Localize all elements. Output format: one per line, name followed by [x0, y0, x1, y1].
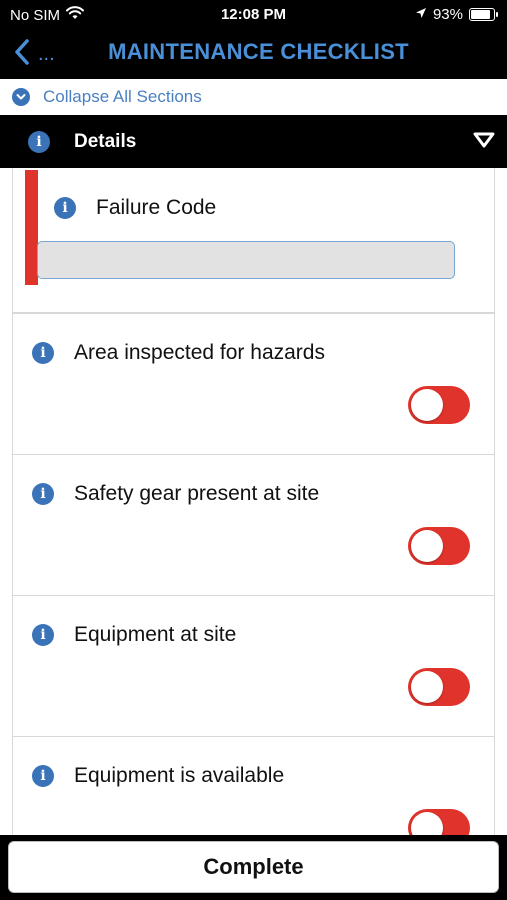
- info-icon[interactable]: i: [32, 342, 54, 364]
- failure-code-input[interactable]: [37, 241, 455, 279]
- toggle-knob: [411, 812, 443, 835]
- navigation-bar: ... MAINTENANCE CHECKLIST: [0, 30, 507, 78]
- checklist-item-header: i Equipment at site: [32, 623, 236, 647]
- collapse-all-button[interactable]: Collapse All Sections: [0, 79, 507, 115]
- checklist-item: [12, 595, 495, 737]
- info-icon[interactable]: i: [32, 483, 54, 505]
- checklist-item-label: Area inspected for hazards: [74, 341, 325, 364]
- chevron-down-circle-icon: [12, 88, 30, 106]
- location-arrow-icon: [415, 6, 427, 23]
- section-title: Details: [74, 130, 137, 152]
- info-icon[interactable]: i: [54, 197, 76, 219]
- failure-code-label: Failure Code: [96, 196, 217, 219]
- toggle-knob: [411, 530, 443, 562]
- toggle-knob: [411, 671, 443, 703]
- info-icon: i: [28, 130, 50, 153]
- triangle-down-icon: [473, 132, 495, 153]
- collapse-all-label: Collapse All Sections: [43, 87, 202, 106]
- checklist-toggle[interactable]: [408, 527, 470, 565]
- checklist-content: i Failure Code i Area inspected for haza…: [0, 168, 507, 835]
- info-icon[interactable]: i: [32, 624, 54, 646]
- checklist-toggle[interactable]: [408, 809, 470, 835]
- checklist-item-header: i Area inspected for hazards: [32, 341, 325, 365]
- battery-percent: 93%: [432, 6, 463, 23]
- checklist-item: [12, 454, 495, 596]
- failure-code-header: i Failure Code: [54, 196, 216, 220]
- checklist-toggle[interactable]: [408, 668, 470, 706]
- battery-icon: [469, 8, 498, 21]
- info-icon[interactable]: i: [32, 765, 54, 787]
- checklist-item-label: Equipment is available: [74, 764, 285, 787]
- complete-button[interactable]: Complete: [8, 841, 499, 893]
- checklist-item-header: i Equipment is available: [32, 764, 284, 788]
- checklist-item: [12, 313, 495, 455]
- page-title: MAINTENANCE CHECKLIST: [108, 39, 409, 64]
- footer-bar: Complete: [0, 835, 507, 900]
- checklist-item-header: i Safety gear present at site: [32, 482, 319, 506]
- checklist-item-label: Equipment at site: [74, 623, 237, 646]
- section-header-details[interactable]: i Details: [0, 115, 507, 168]
- checklist-toggle[interactable]: [408, 386, 470, 424]
- toggle-knob: [411, 389, 443, 421]
- status-bar: No SIM 12:08 PM 93%: [0, 0, 507, 30]
- checklist-item-label: Safety gear present at site: [74, 482, 320, 505]
- status-right: 93%: [415, 6, 498, 23]
